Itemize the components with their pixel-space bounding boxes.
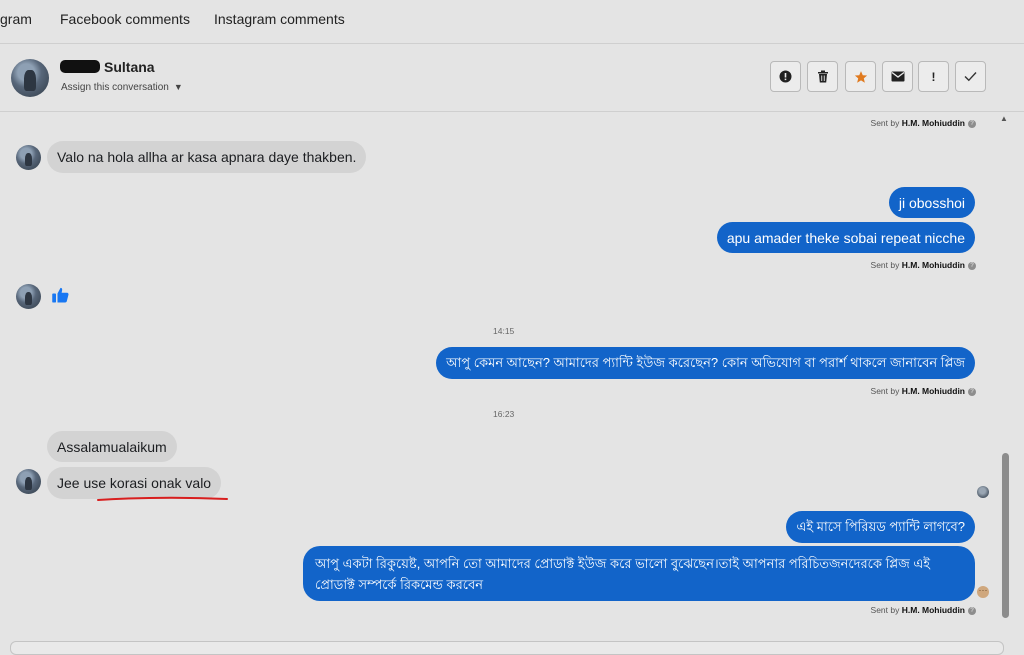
sent-by-prefix: Sent by (870, 260, 900, 270)
tab-instagram-comments[interactable]: Instagram comments (214, 11, 345, 27)
checkmark-icon (964, 72, 977, 82)
exclamation-icon: ! (931, 69, 936, 84)
sent-by-prefix: Sent by (870, 118, 900, 128)
typing-indicator-icon: ··· (977, 586, 989, 598)
help-icon[interactable]: ? (968, 261, 976, 270)
tab-instagram[interactable]: gram (0, 11, 32, 27)
red-underline-annotation (97, 496, 228, 501)
contact-avatar-small[interactable] (16, 284, 41, 309)
sent-by-line: Sent by H.M. Mohiuddin? (871, 386, 976, 396)
outgoing-message[interactable]: আপু কেমন আছেন? আমাদের প্যান্টি ইউজ করেছে… (436, 347, 975, 379)
sent-by-line: Sent by H.M. Mohiuddin? (871, 260, 976, 270)
help-icon[interactable]: ? (968, 119, 976, 128)
sent-by-line: Sent by H.M. Mohiuddin? (871, 605, 976, 615)
timestamp: 14:15 (493, 326, 515, 336)
mark-important-button[interactable]: ! (918, 61, 949, 92)
tab-facebook-comments[interactable]: Facebook comments (60, 11, 190, 27)
star-button[interactable] (845, 61, 876, 92)
outgoing-message[interactable]: ji obosshoi (888, 187, 975, 218)
contact-avatar-small[interactable] (16, 145, 41, 170)
thumbs-up-icon[interactable] (51, 286, 70, 304)
mark-done-button[interactable] (955, 61, 986, 92)
conversation-header: Sultana Assign this conversation ▼ ! (0, 44, 1024, 112)
contact-name[interactable]: Sultana (104, 59, 155, 75)
delete-button[interactable] (807, 61, 838, 92)
envelope-icon (891, 71, 904, 82)
report-spam-icon (779, 70, 792, 83)
reply-composer[interactable] (10, 641, 1004, 655)
assign-conversation-dropdown[interactable]: Assign this conversation ▼ (61, 82, 183, 93)
outgoing-message[interactable]: apu amader theke sobai repeat nicche (716, 222, 975, 253)
sent-by-prefix: Sent by (870, 386, 900, 396)
redacted-name-mark (60, 60, 100, 73)
scroll-up-arrow-icon[interactable]: ▲ (1000, 114, 1009, 123)
outgoing-message[interactable]: এই মাসে পিরিয়ড প্যান্টি লাগবে? (786, 511, 975, 543)
agent-name: H.M. Mohiuddin (901, 118, 965, 128)
sent-by-line: Sent by H.M. Mohiuddin? (871, 118, 976, 128)
message-thread: Sent by H.M. Mohiuddin? Valo na hola all… (0, 112, 1000, 649)
help-icon[interactable]: ? (968, 606, 976, 615)
sent-by-prefix: Sent by (870, 605, 900, 615)
contact-avatar[interactable] (11, 59, 49, 97)
channel-tab-bar: gram Facebook comments Instagram comment… (0, 0, 1024, 44)
agent-name: H.M. Mohiuddin (901, 386, 965, 396)
scrollbar-thumb[interactable] (1002, 453, 1009, 618)
caret-down-icon: ▼ (173, 82, 183, 92)
assign-label: Assign this conversation (61, 82, 169, 93)
help-icon[interactable]: ? (968, 387, 976, 396)
agent-name: H.M. Mohiuddin (901, 260, 965, 270)
contact-avatar-small[interactable] (16, 469, 41, 494)
timestamp: 16:23 (493, 409, 515, 419)
trash-icon (817, 70, 828, 83)
outgoing-message[interactable]: আপু একটা রিকুয়েষ্ট, আপনি তো আমাদের প্রো… (303, 546, 975, 601)
star-icon (854, 70, 867, 83)
report-spam-button[interactable] (770, 61, 801, 92)
incoming-message[interactable]: Valo na hola allha ar kasa apnara daye t… (47, 141, 367, 173)
seen-avatar (977, 486, 989, 498)
incoming-message[interactable]: Assalamualaikum (47, 431, 177, 462)
move-to-inbox-button[interactable] (882, 61, 913, 92)
agent-name: H.M. Mohiuddin (901, 605, 965, 615)
